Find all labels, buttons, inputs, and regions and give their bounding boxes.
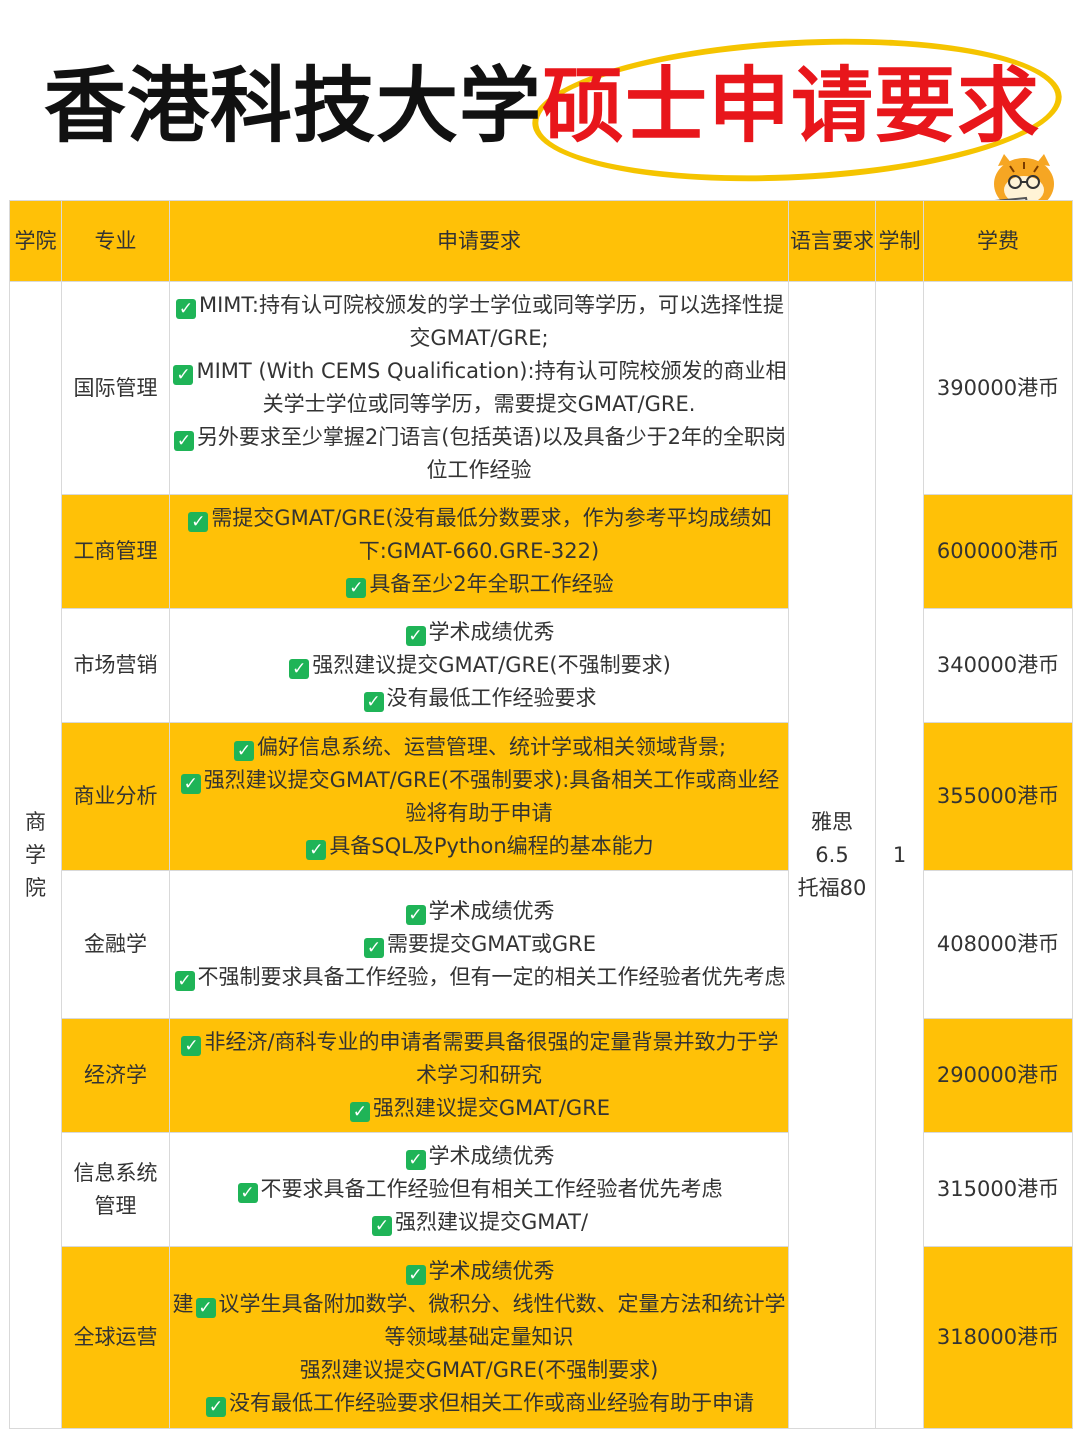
language-requirement-cell: 雅思 6.5 托福80 <box>788 281 876 1429</box>
requirement-line: 建 ✓ 议学生具备附加数学、微积分、线性代数、定量方法和统计学等领域基础定量知识 <box>172 1292 786 1349</box>
table-header-row: 学院 专业 申请要求 语言要求 学制 学费 <box>9 200 1073 282</box>
requirement-line: ✓ 需要提交GMAT或GRE <box>170 928 788 961</box>
requirements-table: 学院 专业 申请要求 语言要求 学制 学费 商学院国际管理 ✓ MIMT:持有认可院… <box>9 200 1073 1429</box>
requirement-line: ✓ 非经济/商科专业的申请者需要具备很强的定量背景并致力于学术学习和研究 <box>170 1026 788 1092</box>
header-language: 语言要求 <box>788 200 876 282</box>
requirements-cell: ✓ 学术成绩优秀 ✓ 不要求具备工作经验但有相关工作经验者优先考虑 ✓ 强烈建议提交GMA… <box>169 1132 789 1247</box>
checkmark-icon: ✓ <box>206 1397 226 1417</box>
checkmark-icon: ✓ <box>175 299 196 319</box>
fee-cell: 600000港币 <box>923 494 1073 609</box>
requirement-line: ✓ 学术成绩优秀 <box>170 1140 788 1173</box>
checkmark-icon: ✓ <box>188 512 209 532</box>
requirement-line: ✓ 强烈建议提交GMAT/GRE(不强制要求):具备相关工作或商业经验将有助于申请 <box>170 764 788 830</box>
requirements-cell: ✓ 学术成绩优秀 ✓ 强烈建议提交GMAT/GRE(不强制要求) ✓ 没有最低工作经验要求 <box>169 608 789 723</box>
page-title: 香港科技大学硕士申请要求 <box>44 52 1040 162</box>
requirement-line: ✓ 需提交GMAT/GRE(没有最低分数要求，作为参考平均成绩如下:GMAT-66… <box>170 502 788 568</box>
fee-cell: 290000港币 <box>923 1018 1073 1133</box>
requirements-cell: ✓ 需提交GMAT/GRE(没有最低分数要求，作为参考平均成绩如下:GMAT-66… <box>169 494 789 609</box>
fee-cell: 340000港币 <box>923 608 1073 723</box>
fee-cell: 355000港币 <box>923 722 1073 871</box>
requirement-line: 强烈建议提交GMAT/GRE(不强制要求) <box>299 1358 659 1382</box>
requirement-line: ✓ 学术成绩优秀 <box>170 895 788 928</box>
checkmark-icon: ✓ <box>174 971 195 991</box>
requirement-line: ✓ 具备SQL及Python编程的基本能力 <box>170 830 788 863</box>
major-cell: 全球运营 <box>61 1246 170 1429</box>
header-fee: 学费 <box>923 200 1073 282</box>
requirements-cell: ✓ MIMT:持有认可院校颁发的学士学位或同等学历，可以选择性提交GMAT/GRE… <box>169 281 789 495</box>
table-body: 商学院国际管理 ✓ MIMT:持有认可院校颁发的学士学位或同等学历，可以选择性提交G… <box>9 281 1073 1429</box>
major-cell: 国际管理 <box>61 281 170 495</box>
fee-cell: 315000港币 <box>923 1132 1073 1247</box>
title-area: 香港科技大学硕士申请要求 <box>0 0 1080 232</box>
checkmark-icon: ✓ <box>371 1216 392 1236</box>
requirement-line: ✓ 强烈建议提交GMAT/GRE(不强制要求) <box>170 649 788 682</box>
checkmark-icon: ✓ <box>233 740 254 761</box>
requirement-line: ✓ MIMT (With CEMS Qualification):持有认可院校颁发… <box>170 355 788 421</box>
requirement-line: ✓ 没有最低工作经验要求但相关工作或商业经验有助于申请 <box>170 1387 788 1420</box>
requirement-line: ✓ 强烈建议提交GMAT/ <box>170 1206 788 1239</box>
requirement-line: ✓ 不要求具备工作经验但有相关工作经验者优先考虑 <box>170 1173 788 1206</box>
requirement-line: ✓ 没有最低工作经验要求 <box>170 682 788 715</box>
major-cell: 商业分析 <box>61 722 170 871</box>
checkmark-icon: ✓ <box>195 1298 216 1318</box>
requirements-cell: ✓ 非经济/商科专业的申请者需要具备很强的定量背景并致力于学术学习和研究 ✓ 强烈建议… <box>169 1018 789 1133</box>
title-topic: 硕士申请要求 <box>542 59 1041 154</box>
requirement-line: ✓ 具备至少2年全职工作经验 <box>170 568 788 601</box>
requirements-cell: ✓ 偏好信息系统、运营管理、统计学或相关领域背景; ✓ 强烈建议提交GMAT/GRE(… <box>169 722 789 871</box>
checkmark-icon: ✓ <box>405 1265 426 1285</box>
checkmark-icon: ✓ <box>289 659 310 679</box>
checkmark-icon: ✓ <box>237 1183 258 1203</box>
fee-cell: 408000港币 <box>923 870 1073 1019</box>
checkmark-icon: ✓ <box>405 905 426 925</box>
header-requirements: 申请要求 <box>169 200 789 282</box>
major-cell: 信息系统 管理 <box>61 1132 170 1247</box>
requirement-line: ✓ 偏好信息系统、运营管理、统计学或相关领域背景; <box>170 731 788 764</box>
requirements-cell: ✓ 学术成绩优秀 ✓ 需要提交GMAT或GRE ✓ 不强制要求具备工作经验，但有一定的相关… <box>169 870 789 1019</box>
checkmark-icon: ✓ <box>173 431 194 451</box>
checkmark-icon: ✓ <box>363 938 384 958</box>
header-major: 专业 <box>61 200 170 282</box>
checkmark-icon: ✓ <box>363 692 384 712</box>
requirement-line: ✓ 另外要求至少掌握2门语言(包括英语)以及具备少于2年的全职岗位工作经验 <box>170 421 788 487</box>
checkmark-icon: ✓ <box>405 1150 426 1170</box>
requirement-line: ✓ 学术成绩优秀 <box>170 616 788 649</box>
fee-cell: 318000港币 <box>923 1246 1073 1429</box>
checkmark-icon: ✓ <box>346 578 367 598</box>
requirement-line: ✓ 不强制要求具备工作经验，但有一定的相关工作经验者优先考虑 <box>170 961 788 994</box>
checkmark-icon: ✓ <box>181 1036 202 1056</box>
title-school: 香港科技大学 <box>44 59 543 154</box>
major-cell: 市场营销 <box>61 608 170 723</box>
header-school: 学院 <box>9 200 62 282</box>
school-cell: 商学院 <box>9 281 62 1429</box>
checkmark-icon: ✓ <box>180 773 201 794</box>
major-cell: 工商管理 <box>61 494 170 609</box>
fee-cell: 390000港币 <box>923 281 1073 495</box>
checkmark-icon: ✓ <box>405 626 426 646</box>
requirement-line: ✓ 强烈建议提交GMAT/GRE <box>170 1092 788 1125</box>
checkmark-icon: ✓ <box>349 1102 370 1122</box>
checkmark-icon: ✓ <box>173 365 194 385</box>
major-cell: 经济学 <box>61 1018 170 1133</box>
header-duration: 学制 <box>875 200 924 282</box>
requirements-cell: ✓ 学术成绩优秀建 ✓ 议学生具备附加数学、微积分、线性代数、定量方法和统计学等领域基… <box>169 1246 789 1429</box>
duration-cell: 1 <box>875 281 924 1429</box>
major-cell: 金融学 <box>61 870 170 1019</box>
requirement-line: ✓ 学术成绩优秀 <box>170 1255 788 1288</box>
table-row: 商学院国际管理 ✓ MIMT:持有认可院校颁发的学士学位或同等学历，可以选择性提交G… <box>9 281 1073 1429</box>
requirement-line: ✓ MIMT:持有认可院校颁发的学士学位或同等学历，可以选择性提交GMAT/GRE… <box>170 289 788 355</box>
checkmark-icon: ✓ <box>306 839 327 860</box>
